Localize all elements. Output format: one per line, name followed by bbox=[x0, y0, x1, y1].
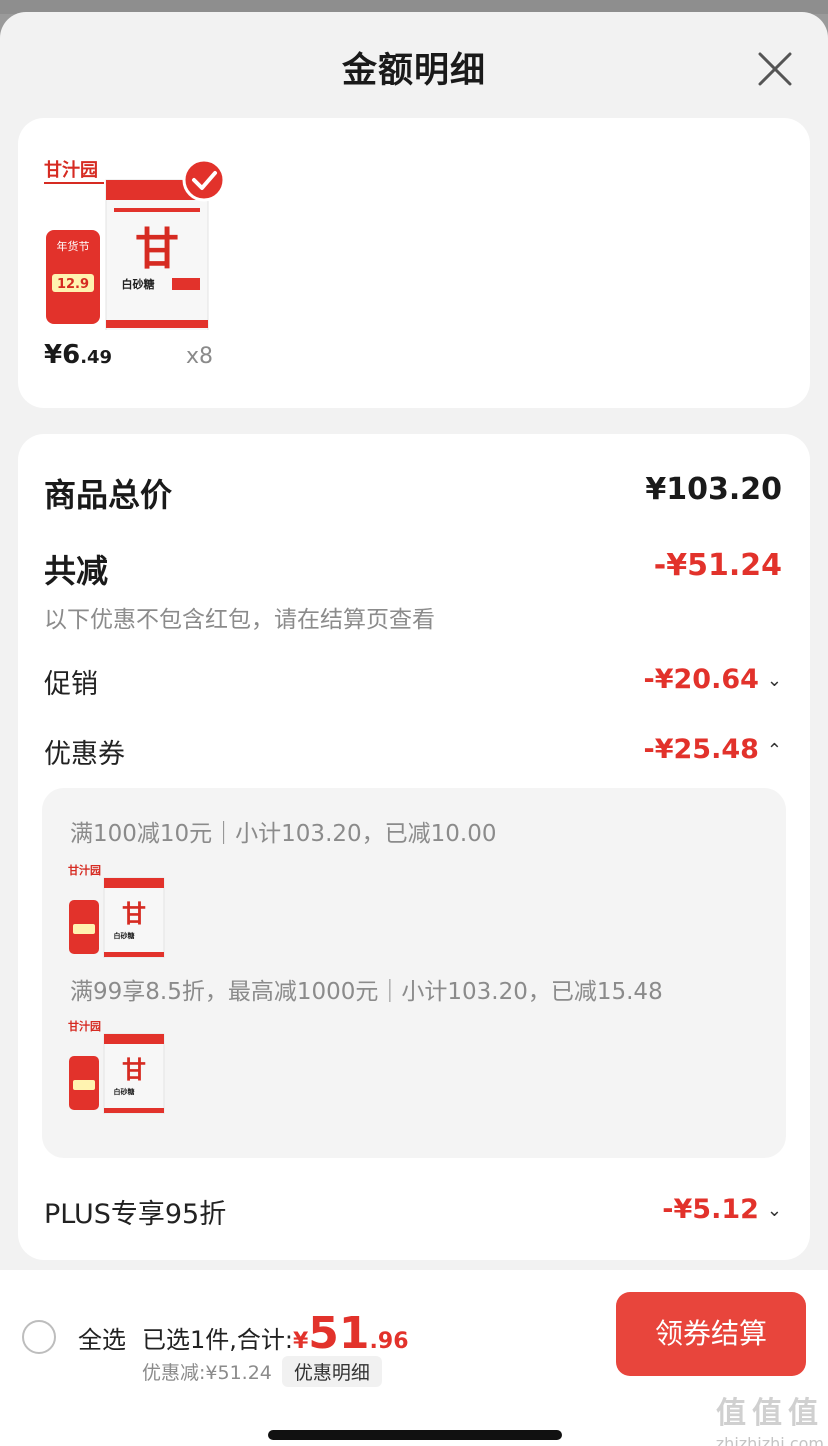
checkout-button[interactable]: 领券结算 bbox=[616, 1292, 806, 1376]
svg-text:甘: 甘 bbox=[122, 900, 146, 928]
coupon-line: 满99享8.5折，最高减1000元｜小计103.20，已减15.48 bbox=[70, 979, 663, 1005]
close-icon[interactable] bbox=[752, 46, 798, 92]
chevron-down-icon[interactable]: ⌄ bbox=[767, 1200, 782, 1221]
select-all-label[interactable]: 全选 bbox=[78, 1320, 126, 1355]
selected-summary: 已选1件,合计:¥51.96 bbox=[142, 1308, 409, 1359]
sheet-title: 金额明细 bbox=[341, 51, 486, 91]
watermark: 值值值 zhizhizhi.com bbox=[676, 1388, 824, 1446]
svg-text:白砂糖: 白砂糖 bbox=[114, 931, 135, 940]
svg-text:白砂糖: 白砂糖 bbox=[122, 277, 155, 291]
promo-row-value[interactable]: -¥20.64 ⌄ bbox=[644, 664, 783, 695]
total-currency: ¥ bbox=[292, 1329, 309, 1354]
svg-text:年货节: 年货节 bbox=[57, 239, 90, 253]
discount-summary: 优惠减:¥51.24 优惠明细 bbox=[142, 1356, 382, 1387]
product-thumbnail[interactable]: 甘汁园 年货节 12.9 甘 白砂糖 bbox=[44, 146, 230, 330]
total-amount-decimal: .96 bbox=[369, 1329, 409, 1354]
brand-logo: 甘汁园 bbox=[44, 159, 98, 181]
svg-text:甘汁园: 甘汁园 bbox=[68, 863, 101, 877]
discount-text: 优惠减:¥51.24 bbox=[142, 1362, 272, 1384]
select-all-radio[interactable] bbox=[22, 1320, 56, 1354]
coupon-row-value[interactable]: -¥25.48 ⌃ bbox=[644, 734, 783, 765]
svg-text:甘: 甘 bbox=[135, 224, 179, 275]
price-detail-card: 商品总价 ¥103.20 共减 -¥51.24 以下优惠不包含红包，请在结算页查… bbox=[18, 434, 810, 1260]
coupon-value: -¥25.48 bbox=[643, 734, 759, 765]
total-price-value: ¥103.20 bbox=[645, 472, 782, 507]
plus-row-value[interactable]: -¥5.12 ⌄ bbox=[662, 1194, 782, 1225]
reduce-note: 以下优惠不包含红包，请在结算页查看 bbox=[44, 607, 435, 633]
checkout-bar: 全选 已选1件,合计:¥51.96 优惠减:¥51.24 优惠明细 领券结算 值值… bbox=[0, 1270, 828, 1446]
total-reduce-label: 共减 bbox=[44, 552, 109, 590]
coupon-product-thumbnail[interactable]: 甘汁园 甘 白砂糖 bbox=[68, 860, 166, 958]
promo-label: 促销 bbox=[44, 669, 98, 700]
coupon-product-thumbnail[interactable]: 甘汁园 甘 白砂糖 bbox=[68, 1016, 166, 1114]
watermark-logo: 值值值 bbox=[716, 1396, 824, 1431]
chevron-up-icon[interactable]: ⌃ bbox=[767, 740, 782, 761]
svg-text:12.9: 12.9 bbox=[57, 277, 89, 292]
coupon-detail-box: 满100减10元｜小计103.20，已减10.00 甘汁园 甘 白砂糖 满99享… bbox=[42, 788, 786, 1158]
selected-count-text: 已选1件,合计: bbox=[142, 1326, 293, 1354]
plus-discount-value: -¥5.12 bbox=[662, 1194, 759, 1225]
unit-price: ¥6.49 bbox=[44, 340, 113, 370]
discount-detail-button[interactable]: 优惠明细 bbox=[281, 1356, 382, 1387]
coupon-label: 优惠券 bbox=[44, 739, 125, 770]
home-indicator[interactable] bbox=[268, 1430, 562, 1440]
watermark-url: zhizhizhi.com bbox=[715, 1434, 824, 1446]
promo-value: -¥20.64 bbox=[643, 664, 759, 695]
total-amount-int: 51 bbox=[308, 1308, 370, 1359]
svg-text:甘汁园: 甘汁园 bbox=[68, 1019, 101, 1033]
product-card: 甘汁园 年货节 12.9 甘 白砂糖 ¥6.49 x8 bbox=[18, 118, 810, 408]
amount-detail-sheet: 金额明细 甘汁园 年货节 12.9 甘 白砂糖 ¥6.49 x8 商品总价 ¥1… bbox=[0, 12, 828, 1446]
plus-discount-label: PLUS专享95折 bbox=[44, 1199, 227, 1230]
total-reduce-value: -¥51.24 bbox=[653, 548, 782, 583]
total-price-label: 商品总价 bbox=[44, 476, 173, 514]
svg-text:甘: 甘 bbox=[122, 1056, 146, 1084]
quantity: x8 bbox=[186, 344, 214, 369]
chevron-down-icon[interactable]: ⌄ bbox=[767, 670, 782, 691]
svg-text:白砂糖: 白砂糖 bbox=[114, 1087, 135, 1096]
coupon-line: 满100减10元｜小计103.20，已减10.00 bbox=[70, 821, 497, 847]
